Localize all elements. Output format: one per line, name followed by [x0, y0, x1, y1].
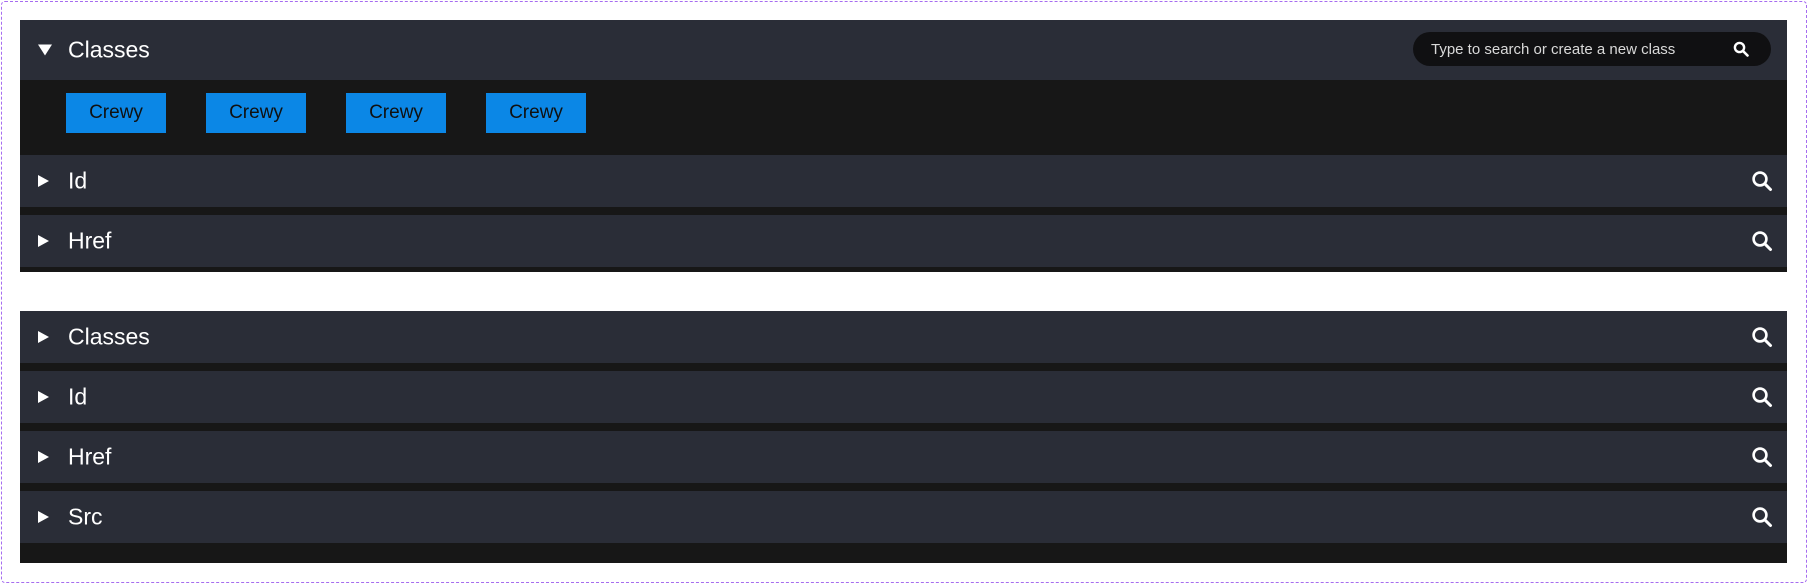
class-search-input[interactable]: [1431, 32, 1731, 66]
search-icon[interactable]: [1751, 170, 1773, 192]
section-title: Href: [68, 227, 112, 254]
classes-section-header[interactable]: Classes: [20, 20, 1787, 80]
search-icon[interactable]: [1751, 386, 1773, 408]
class-tag[interactable]: Crewy: [66, 93, 166, 133]
search-icon[interactable]: [1751, 446, 1773, 468]
search-icon[interactable]: [1751, 506, 1773, 528]
section-row-src[interactable]: Src: [20, 491, 1787, 543]
collapse-arrow-icon[interactable]: [38, 511, 49, 523]
section-title: Href: [68, 443, 112, 470]
collapse-arrow-icon[interactable]: [38, 451, 49, 463]
section-row-href[interactable]: Href: [20, 431, 1787, 483]
class-tag[interactable]: Crewy: [206, 93, 306, 133]
attribute-panel-expanded: Classes Crewy Crewy Crewy Crewy Id Href: [20, 20, 1787, 272]
search-icon[interactable]: [1733, 41, 1749, 57]
class-tag[interactable]: Crewy: [486, 93, 586, 133]
collapse-arrow-icon[interactable]: [38, 175, 49, 187]
section-title: Src: [68, 503, 103, 530]
section-row-id[interactable]: Id: [20, 371, 1787, 423]
section-row-id[interactable]: Id: [20, 155, 1787, 207]
collapse-arrow-icon[interactable]: [38, 331, 49, 343]
section-title: Id: [68, 167, 88, 194]
attribute-panel-collapsed: Classes Id Href Src: [20, 311, 1787, 563]
class-tag[interactable]: Crewy: [346, 93, 446, 133]
collapse-arrow-icon[interactable]: [38, 391, 49, 403]
collapse-arrow-icon[interactable]: [38, 235, 49, 247]
expand-arrow-icon[interactable]: [38, 44, 52, 56]
class-search-box: [1413, 32, 1771, 66]
classes-title: Classes: [68, 36, 150, 63]
section-row-href[interactable]: Href: [20, 215, 1787, 267]
section-title: Id: [68, 383, 88, 410]
section-title: Classes: [68, 323, 150, 350]
search-icon[interactable]: [1751, 230, 1773, 252]
search-icon[interactable]: [1751, 326, 1773, 348]
section-row-classes[interactable]: Classes: [20, 311, 1787, 363]
